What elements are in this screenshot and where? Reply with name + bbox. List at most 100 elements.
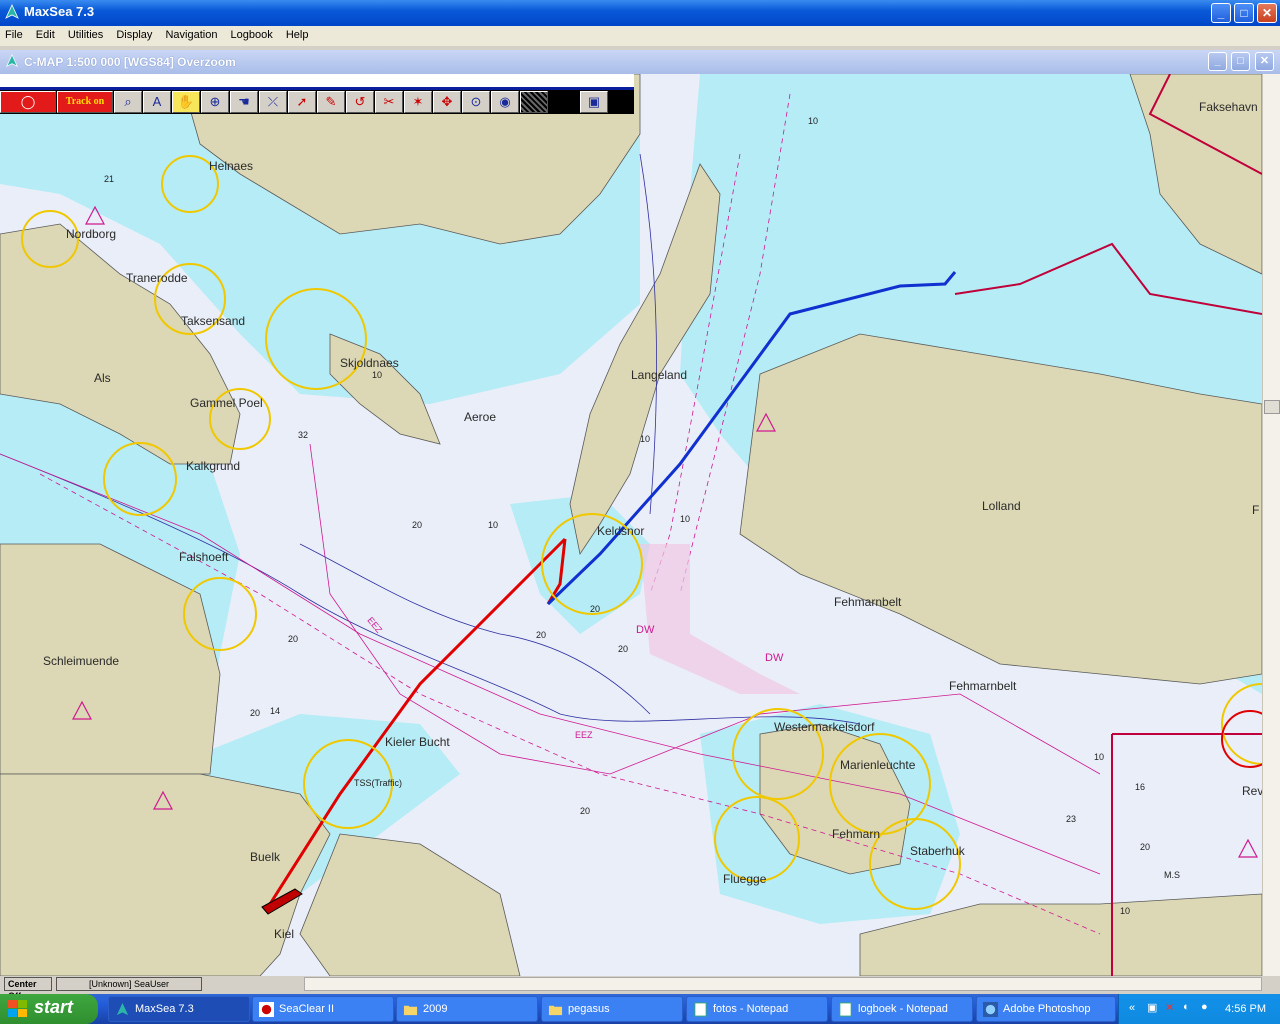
place-nordborg: Nordborg [66,227,117,241]
vertical-scrollbar[interactable] [1262,74,1280,976]
rotate-icon[interactable]: ↺ [346,91,374,113]
grab-icon[interactable]: ☚ [230,91,258,113]
place-f: F [1252,503,1260,517]
volume-icon[interactable]: ◐ [1183,1001,1190,1013]
place-tranerodde: Tranerodde [126,271,188,285]
menu-navigation[interactable]: Navigation [160,26,222,44]
place-skjoldnaes: Skjoldnaes [340,356,399,370]
depth-label: 14 [270,706,281,716]
menu-file[interactable]: File [0,26,28,44]
place-kalkgrund: Kalkgrund [186,459,241,473]
depth-label: 20 [590,604,601,614]
network-icon[interactable]: ▣ [1147,1001,1157,1014]
chart-minimize-button[interactable]: _ [1208,52,1227,71]
place-fehmarnbelt-2: Fehmarnbelt [949,679,1017,693]
window-title: MaxSea 7.3 [24,4,95,19]
pointer-icon[interactable]: ➚ [288,91,316,113]
scissors-icon[interactable]: ✂ [375,91,403,113]
close-button[interactable]: ✕ [1257,3,1277,23]
task-seaclear[interactable]: SeaClear II [252,996,394,1022]
maxsea-icon [116,1002,129,1016]
pencil-icon[interactable]: ✎ [317,91,345,113]
ms-label: M.S [1164,870,1181,880]
depth-label: 20 [250,708,261,718]
deep-water-label: DW [765,652,784,664]
menu-help[interactable]: Help [281,26,314,44]
seaclear-icon [259,1002,274,1017]
windows-flag-icon [8,1000,27,1017]
zoom-icon[interactable]: ⌕ [114,91,142,113]
menu-edit[interactable]: Edit [31,26,60,44]
place-gammel-poel: Gammel Poel [190,396,263,410]
chart-window-titlebar: C-MAP 1:500 000 [WGS84] Overzoom _ □ ✕ [0,50,1280,74]
circle-icon[interactable]: ⊙ [462,91,490,113]
network-error-icon[interactable]: ✕ [1165,1001,1174,1014]
depth-label: 10 [488,520,499,530]
depth-label: 10 [680,514,691,524]
mark-icon[interactable]: ✶ [404,91,432,113]
start-button[interactable]: start [0,994,98,1024]
place-fluegge: Fluegge [723,872,767,886]
place-taksensand: Taksensand [181,314,246,328]
place-falshoeft: Falshoeft [179,550,229,564]
hand-icon[interactable]: ✋ [172,91,200,113]
chart-restore-button[interactable]: □ [1231,52,1250,71]
move-icon[interactable]: ✥ [433,91,461,113]
place-rev: Rev [1242,784,1262,798]
depth-label: 10 [1094,752,1105,762]
depth-label: 20 [618,644,629,654]
task-maxsea[interactable]: MaxSea 7.3 [108,996,250,1022]
horizontal-scrollbar[interactable] [304,977,1262,991]
depth-label: 23 [1066,814,1077,824]
compass-icon[interactable]: A [143,91,171,113]
task-label: pegasus [568,1003,610,1015]
task-logboek-notepad[interactable]: logboek - Notepad [831,996,973,1022]
track-toggle-button[interactable]: Track on [57,91,113,113]
place-faksehavn: Faksehavn [1199,100,1258,114]
depth-label: 20 [580,806,591,816]
task-label: 2009 [423,1003,448,1015]
notepad-icon [839,1002,852,1017]
chart-close-button[interactable]: ✕ [1255,52,1274,71]
menubar: File Edit Utilities Display Navigation L… [0,26,1280,46]
place-lolland: Lolland [982,499,1021,513]
maxsea-icon [5,4,19,19]
scrollbar-thumb[interactable] [1264,400,1280,414]
task-folder-2009[interactable]: 2009 [396,996,538,1022]
task-label: MaxSea 7.3 [135,1003,194,1015]
depth-label: 20 [536,630,547,640]
place-kieler-bucht: Kieler Bucht [385,735,450,749]
system-tray: « ▣ ✕ ◐ ● 4:56 PM [1118,994,1280,1024]
place-kiel: Kiel [274,927,295,941]
photoshop-icon [983,1002,998,1017]
layers-icon[interactable]: ▣ [580,91,608,113]
maximize-button[interactable]: □ [1234,3,1254,23]
place-helnaes: Helnaes [209,159,254,173]
security-icon[interactable]: ● [1201,1001,1208,1013]
tray-expand-icon[interactable]: « [1129,1002,1135,1014]
route-icon[interactable]: ⤫ [259,91,287,113]
chart-window-icon [6,54,18,68]
depth-label: 20 [1140,842,1151,852]
minimize-button[interactable]: _ [1211,3,1231,23]
task-fotos-notepad[interactable]: fotos - Notepad [686,996,828,1022]
folder-icon [403,1005,418,1016]
user-field: [Unknown] SeaUser [56,977,202,991]
depth-label: 20 [412,520,423,530]
menu-logbook[interactable]: Logbook [226,26,278,44]
task-label: SeaClear II [279,1003,335,1015]
crosshair-icon[interactable]: ⊕ [201,91,229,113]
place-keldsnor: Keldsnor [597,524,645,538]
menu-display[interactable]: Display [111,26,157,44]
taskbar: start MaxSea 7.3 SeaClear II 2009 pegasu… [0,994,1280,1024]
menu-utilities[interactable]: Utilities [63,26,108,44]
task-photoshop[interactable]: Adobe Photoshop [976,996,1116,1022]
toolbar-caption-strip [0,74,634,90]
task-folder-pegasus[interactable]: pegasus [541,996,683,1022]
chart-map[interactable]: Helnaes Nordborg Tranerodde Taksensand A… [0,74,1262,976]
center-off-button[interactable]: Center Off [4,977,52,1001]
target-icon[interactable]: ◉ [491,91,519,113]
record-icon[interactable]: ◯ [0,91,56,113]
app-titlebar: MaxSea 7.3 _ □ ✕ [0,0,1280,26]
pattern-icon[interactable] [520,91,548,113]
